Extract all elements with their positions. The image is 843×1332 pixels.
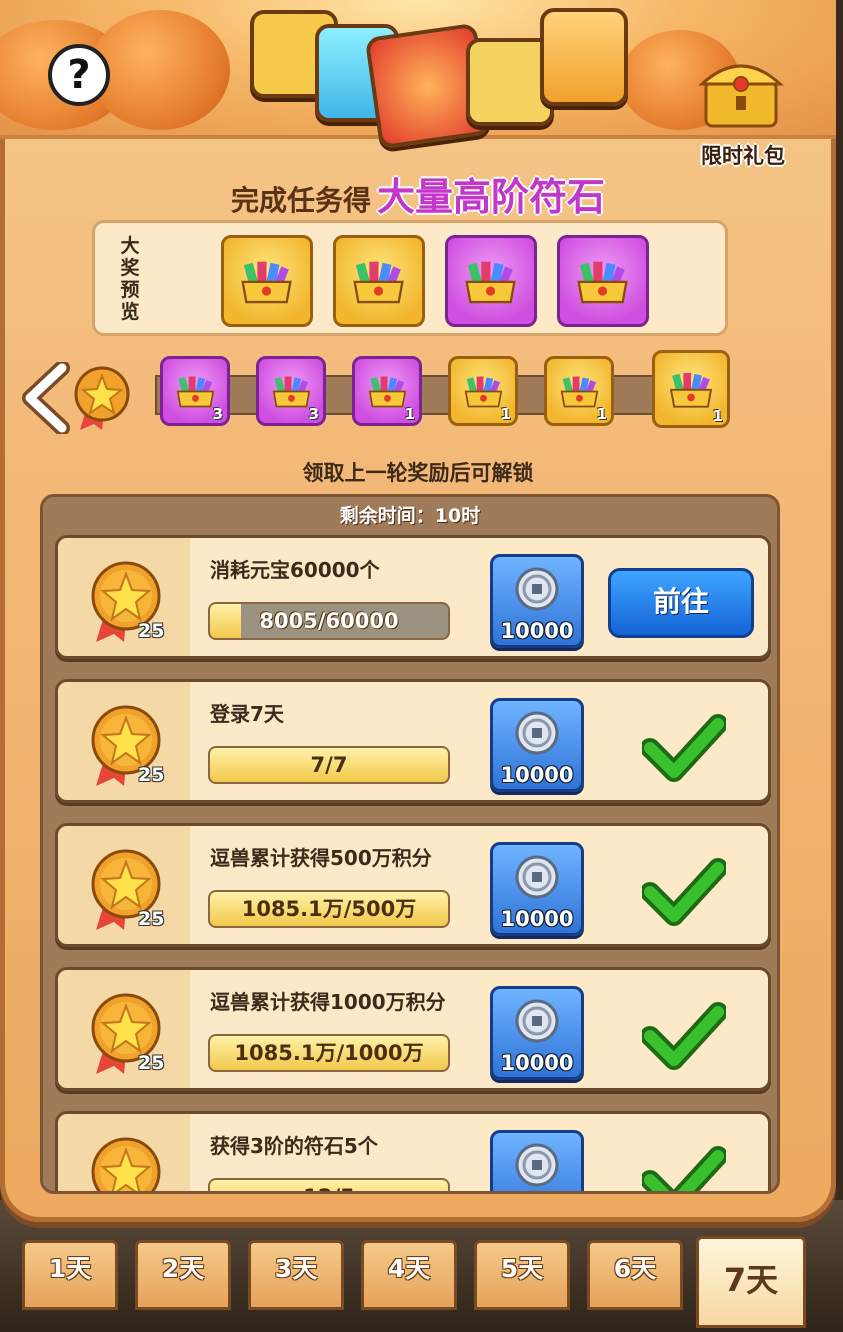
progress-bar: 1085.1万/500万 <box>208 890 450 928</box>
preview-prize-item[interactable] <box>333 235 425 327</box>
day-tab[interactable]: 3天 <box>248 1240 344 1310</box>
grand-prize-preview: 大奖预览 <box>92 220 728 336</box>
track-reward-item[interactable]: 1 <box>544 356 614 426</box>
track-reward-item[interactable]: 3 <box>256 356 326 426</box>
rune-chest-icon <box>241 261 293 304</box>
reward-count: 1 <box>404 405 415 423</box>
reward-coin-box[interactable]: 10000 <box>490 554 584 648</box>
preview-label: 大奖预览 <box>120 235 140 323</box>
checkmark-icon <box>642 858 726 926</box>
reward-coin-box[interactable]: 10000 <box>490 1130 584 1191</box>
rune-box-icon <box>540 8 628 106</box>
event-panel: ? 限时礼包 完成任务得 大量高阶符石 大奖预览 331111 领取上一轮奖励后可… <box>0 0 836 1222</box>
task-row: 25 消耗元宝60000个 8005/60000 10000 前往 <box>55 535 771 659</box>
rune-chest-icon <box>669 372 713 408</box>
treasure-chest-icon[interactable] <box>696 44 786 134</box>
track-reward-item[interactable]: 3 <box>160 356 230 426</box>
preview-prize-item[interactable] <box>445 235 537 327</box>
track-reward-item[interactable]: 1 <box>448 356 518 426</box>
rune-chest-icon <box>176 376 214 408</box>
task-row: 25 逗兽累计获得500万积分 1085.1万/500万 10000 <box>55 823 771 947</box>
reward-count: 3 <box>212 405 223 423</box>
checkmark-icon <box>642 1146 726 1191</box>
silver-coin-icon <box>515 999 559 1043</box>
task-points: 25 <box>138 620 165 642</box>
reward-track <box>155 375 715 415</box>
task-title: 逗兽累计获得500万积分 <box>210 846 432 870</box>
task-title: 获得3阶的符石5个 <box>210 1134 378 1158</box>
reward-amount: 10000 <box>500 907 574 931</box>
progress-bar: 12/5 <box>208 1178 450 1191</box>
help-button[interactable]: ? <box>48 44 110 106</box>
task-row: 25 登录7天 7/7 10000 <box>55 679 771 803</box>
rune-chest-icon <box>465 261 517 304</box>
rune-chest-icon <box>272 376 310 408</box>
task-row: 25 逗兽累计获得1000万积分 1085.1万/1000万 10000 <box>55 967 771 1091</box>
day-tab[interactable]: 4天 <box>361 1240 457 1310</box>
day-tab[interactable]: 1天 <box>22 1240 118 1310</box>
task-list[interactable]: 剩余时间：10时 25 消耗元宝60000个 8005/60000 10000 前往 25… <box>40 494 780 1194</box>
day-tab[interactable]: 6天 <box>587 1240 683 1310</box>
reward-amount: 10000 <box>500 763 574 787</box>
progress-bar: 1085.1万/1000万 <box>208 1034 450 1072</box>
reward-amount: 10000 <box>500 1051 574 1075</box>
preview-prize-item[interactable] <box>557 235 649 327</box>
progress-text: 1085.1万/500万 <box>241 897 417 921</box>
progress-bar: 8005/60000 <box>208 602 450 640</box>
unlock-hint: 领取上一轮奖励后可解锁 <box>302 461 534 485</box>
star-medal-icon <box>74 366 130 430</box>
rune-chest-icon <box>353 261 405 304</box>
headline-highlight: 大量高阶符石 <box>377 175 606 219</box>
reward-count: 1 <box>596 405 607 423</box>
rune-chest-icon <box>577 261 629 304</box>
rune-chest-icon <box>560 376 598 408</box>
reward-coin-box[interactable]: 10000 <box>490 698 584 792</box>
progress-text: 7/7 <box>310 753 348 777</box>
progress-text: 1085.1万/1000万 <box>234 1041 424 1065</box>
silver-coin-icon <box>515 711 559 755</box>
checkmark-icon <box>642 714 726 782</box>
checkmark-icon <box>642 1002 726 1070</box>
rune-chest-icon <box>464 376 502 408</box>
star-medal-icon <box>91 1137 161 1191</box>
progress-text: 8005/60000 <box>259 609 399 633</box>
progress-text: 12/5 <box>210 1180 448 1191</box>
task-title: 逗兽累计获得1000万积分 <box>210 990 446 1014</box>
task-points: 25 <box>138 1052 165 1074</box>
day-tab[interactable]: 7天 <box>696 1236 806 1328</box>
task-title: 登录7天 <box>210 702 284 726</box>
remaining-time: 剩余时间：10时 <box>339 505 481 527</box>
back-arrow-icon[interactable] <box>22 362 72 434</box>
track-reward-item[interactable]: 1 <box>652 350 730 428</box>
reward-coin-box[interactable]: 10000 <box>490 986 584 1080</box>
track-reward-item[interactable]: 1 <box>352 356 422 426</box>
reward-count: 3 <box>308 405 319 423</box>
task-points: 25 <box>138 908 165 930</box>
reward-amount: 10000 <box>500 619 574 643</box>
reward-count: 1 <box>500 405 511 423</box>
task-points: 25 <box>138 764 165 786</box>
go-button[interactable]: 前往 <box>608 568 754 638</box>
headline: 完成任务得 大量高阶符石 <box>0 166 836 221</box>
day-tab[interactable]: 5天 <box>474 1240 570 1310</box>
day-tabs: 1天 2天 3天 4天 5天 6天 7天 <box>0 1236 843 1332</box>
day-tab[interactable]: 2天 <box>135 1240 231 1310</box>
reward-coin-box[interactable]: 10000 <box>490 842 584 936</box>
silver-coin-icon <box>515 567 559 611</box>
reward-count: 1 <box>712 407 723 425</box>
headline-plain: 完成任务得 <box>230 184 371 217</box>
preview-prize-item[interactable] <box>221 235 313 327</box>
question-icon: ? <box>67 52 91 98</box>
progress-bar: 7/7 <box>208 746 450 784</box>
silver-coin-icon <box>515 855 559 899</box>
silver-coin-icon <box>515 1143 559 1187</box>
task-row: 25获得3阶的符石5个12/510000 <box>55 1111 771 1191</box>
pumpkin-decoration <box>90 10 230 130</box>
task-title: 消耗元宝60000个 <box>210 558 380 582</box>
rune-chest-icon <box>368 376 406 408</box>
